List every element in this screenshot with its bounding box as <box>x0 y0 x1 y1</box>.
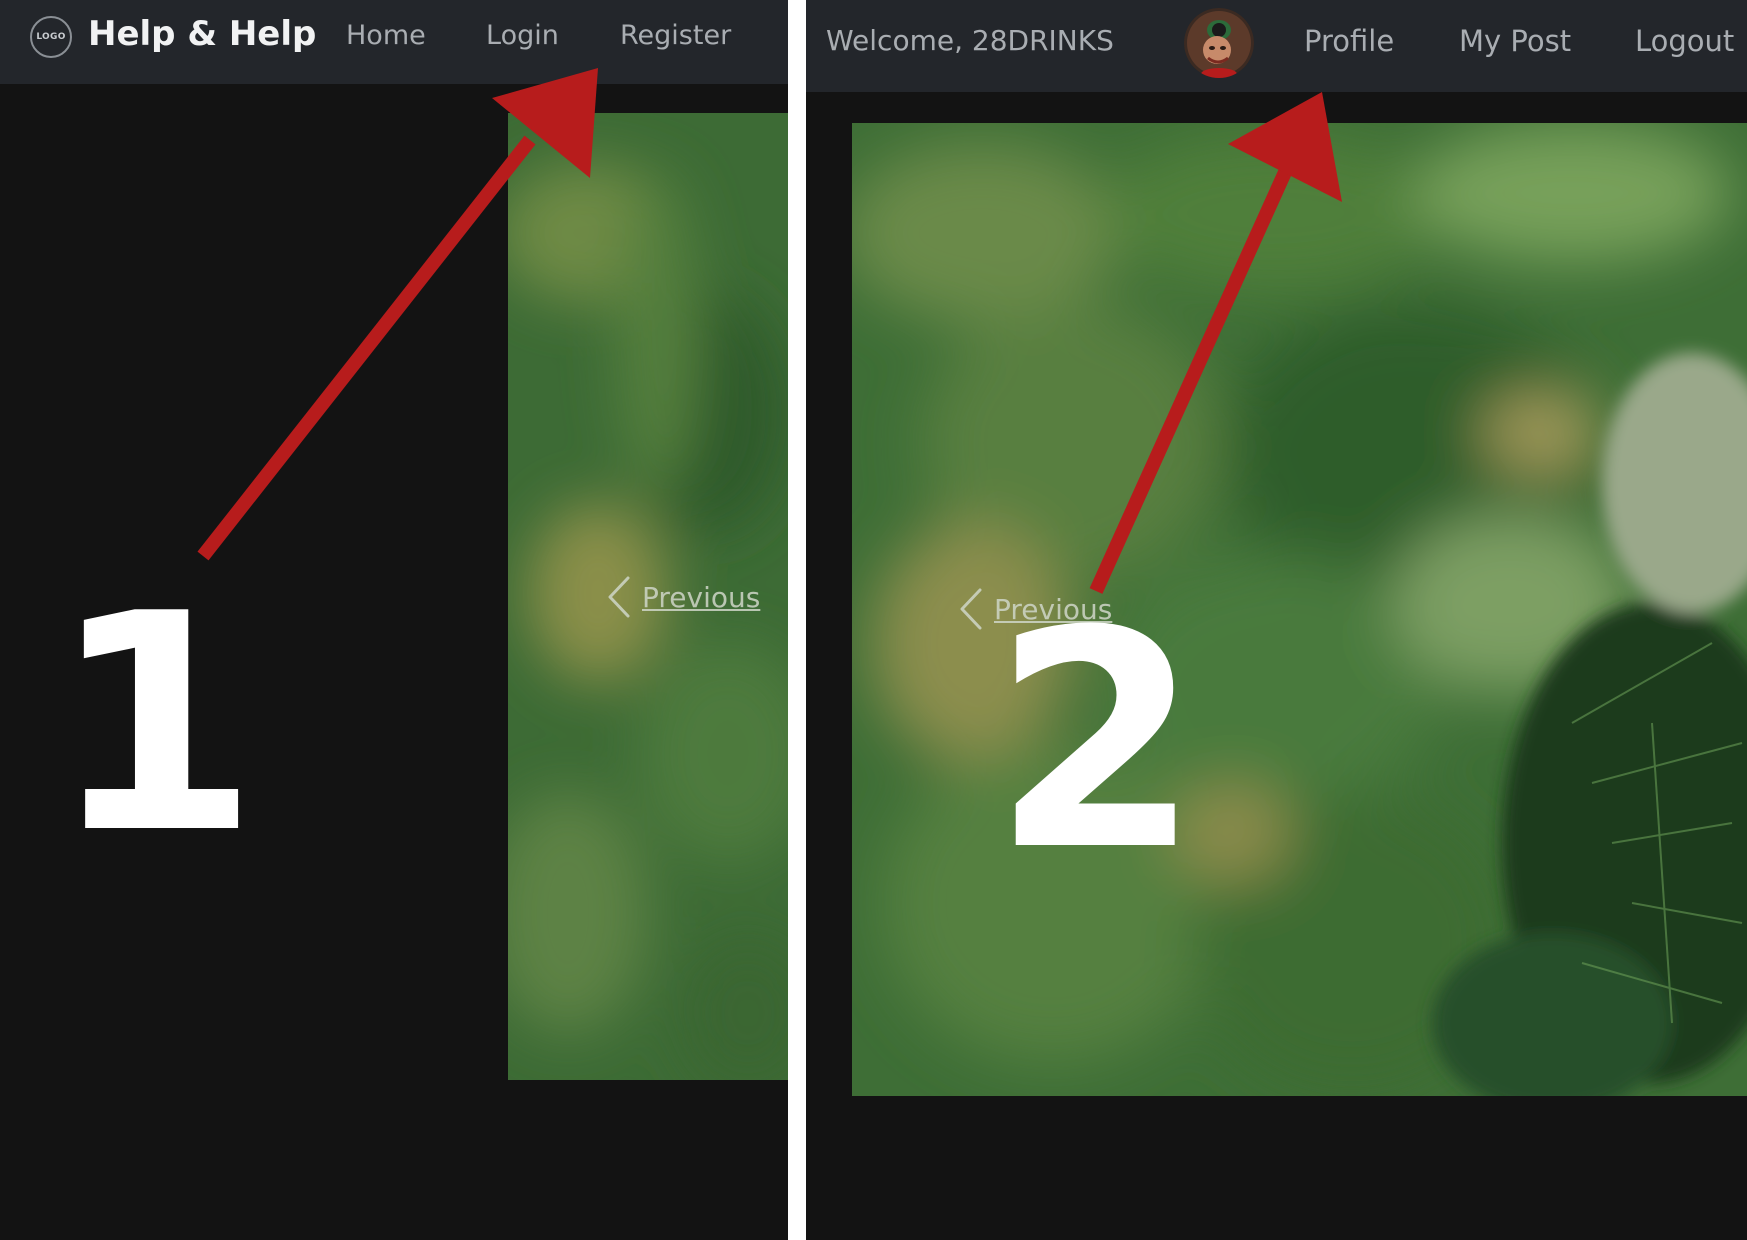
top-navbar: LOGO Help & Help Home Login Register <box>0 0 788 84</box>
welcome-message: Welcome, 28DRINKS <box>826 24 1114 57</box>
user-avatar[interactable] <box>1184 8 1254 78</box>
nav-link-logout[interactable]: Logout <box>1635 24 1734 58</box>
logo-text: LOGO <box>36 32 66 42</box>
step-number: 1 <box>50 550 259 899</box>
step-number: 2 <box>992 567 1201 916</box>
chevron-left-icon <box>608 576 630 618</box>
nav-link-login[interactable]: Login <box>486 20 559 51</box>
logo-icon[interactable]: LOGO <box>30 16 72 58</box>
chevron-left-icon <box>960 588 982 630</box>
avatar-image <box>1184 8 1254 78</box>
top-navbar: Welcome, 28DRINKS Profile My Post Logout <box>806 0 1747 92</box>
panel-step-1: LOGO Help & Help Home Login Register Pre… <box>0 0 788 1240</box>
nav-link-register[interactable]: Register <box>620 20 731 51</box>
nav-link-profile[interactable]: Profile <box>1304 24 1394 58</box>
tutorial-collage: LOGO Help & Help Home Login Register Pre… <box>0 0 1747 1240</box>
nav-link-home[interactable]: Home <box>346 20 426 51</box>
nav-link-my-post[interactable]: My Post <box>1459 24 1571 58</box>
panel-step-2: Welcome, 28DRINKS Profile My Post Logout <box>806 0 1747 1240</box>
carousel-previous-button[interactable]: Previous <box>602 574 760 620</box>
previous-label: Previous <box>642 580 761 614</box>
brand-title[interactable]: Help & Help <box>88 14 316 54</box>
